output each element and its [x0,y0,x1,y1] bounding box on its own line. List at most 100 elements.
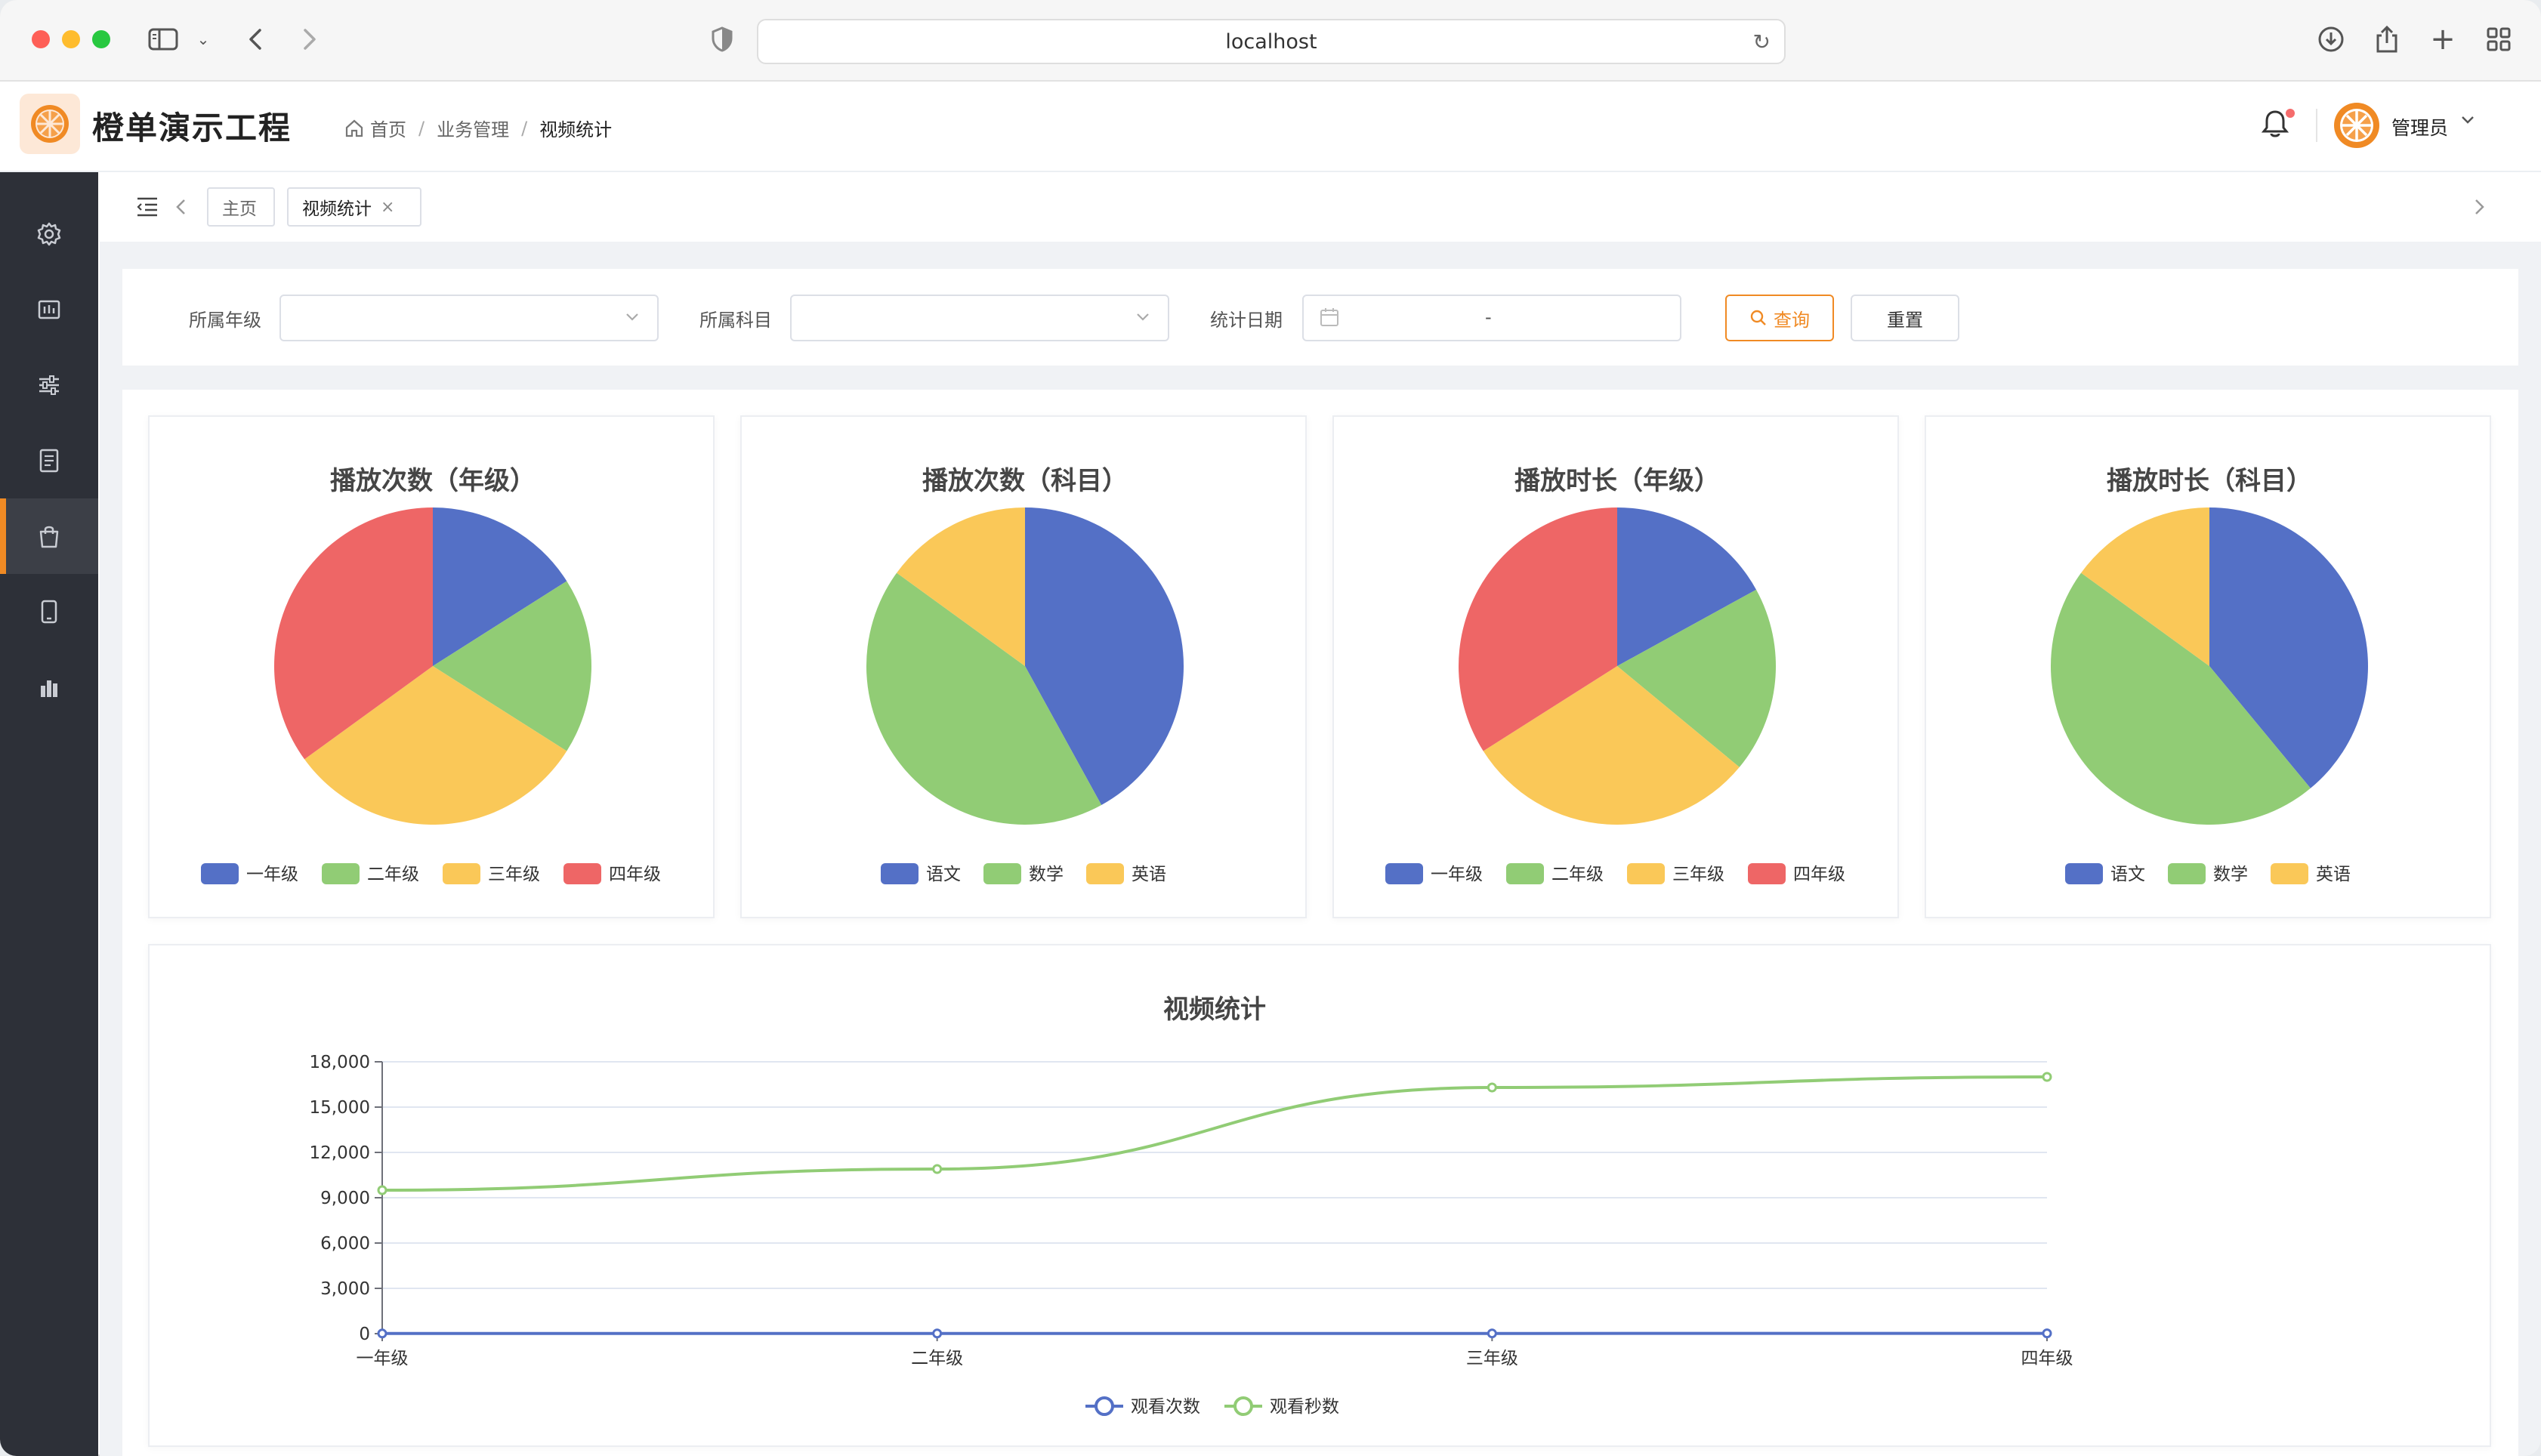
user-name[interactable]: 管理员 [2391,113,2448,140]
legend-label: 语文 [926,865,961,884]
home-icon[interactable] [344,119,364,138]
data-point[interactable] [377,1185,387,1195]
legend-item[interactable]: 数学 [983,863,1064,884]
sidebar-item-config[interactable] [0,347,98,423]
legend-item[interactable]: 一年级 [201,863,298,884]
legend-swatch [563,863,601,884]
reload-icon[interactable]: ↻ [1753,29,1771,54]
notification-badge [2286,109,2295,118]
avatar[interactable] [2333,101,2381,150]
download-icon[interactable] [2314,23,2348,56]
legend-swatch [1748,863,1786,884]
legend-swatch [322,863,360,884]
pie-chart-plays-grade[interactable]: 播放次数（年级） 一年级 二年级 三年级 四年级 [150,417,716,920]
line-chart-video-stats[interactable]: 视频统计 0 3,000 6,000 9,000 12,000 15,000 18,000 一年… [150,945,2493,1448]
date-label: 统计日期 [1210,310,1283,331]
pie-chart-plays-subject[interactable]: 播放次数（科目） 语文 数学 英语 [742,417,1308,920]
data-point[interactable] [1487,1328,1497,1339]
date-range-picker[interactable]: - [1302,295,1681,341]
browser-window: ⌄ localhost ↻ + 橙单演示工程 首页 / 业务管理 / 视频统计 … [0,0,2541,1456]
query-button[interactable]: 查询 [1725,295,1834,341]
sidebar-item-settings[interactable] [0,196,98,272]
minimize-window-button[interactable] [62,30,80,48]
sidebar-item-business[interactable] [0,498,98,574]
forward-arrow-icon[interactable] [295,23,325,56]
maximize-window-button[interactable] [92,30,110,48]
tab-scroll-right-icon[interactable] [2472,198,2487,216]
legend-item[interactable]: 英语 [2271,863,2351,884]
subject-select[interactable] [790,295,1169,341]
sidebar-item-statistics[interactable] [0,649,98,725]
data-point[interactable] [2042,1328,2052,1339]
tab-video-stats[interactable]: 视频统计 × [287,187,421,227]
legend-item[interactable]: 二年级 [322,863,419,884]
data-point[interactable] [1487,1082,1497,1093]
data-point[interactable] [932,1328,943,1339]
grade-select[interactable] [279,295,659,341]
breadcrumb-home[interactable]: 首页 [370,115,406,141]
close-window-button[interactable] [32,30,50,48]
tab-scroll-left-icon[interactable] [174,198,189,216]
sidebar-item-documents[interactable] [0,423,98,498]
sidebar-item-dashboard[interactable] [0,272,98,347]
address-bar[interactable]: localhost ↻ [757,19,1786,64]
menu-fold-icon[interactable] [136,196,159,217]
tab-overview-icon[interactable] [2482,23,2515,56]
legend-marker [1233,1396,1253,1416]
legend-item[interactable]: 一年级 [1385,863,1483,884]
data-point[interactable] [377,1328,387,1339]
legend-swatch [201,863,239,884]
legend-label: 二年级 [1551,865,1604,884]
url-text: localhost [1225,29,1317,54]
chart-title: 播放时长（科目） [2107,466,2312,496]
sliders-icon [39,375,59,395]
pie-card-duration-subject: 播放时长（科目） 语文 数学 英语 [1925,415,2491,918]
sidebar-item-mobile[interactable] [0,574,98,649]
tab-home[interactable]: 主页 [207,187,275,227]
data-point[interactable] [932,1164,943,1174]
back-arrow-icon[interactable] [240,23,270,56]
chevron-down-icon [624,308,641,329]
x-tick-label: 一年级 [357,1349,409,1368]
legend-item[interactable]: 二年级 [1506,863,1604,884]
share-icon[interactable] [2370,23,2404,56]
pie-chart-duration-subject[interactable]: 播放时长（科目） 语文 数学 英语 [1926,417,2493,920]
close-icon[interactable]: × [381,198,394,217]
breadcrumb-business[interactable]: 业务管理 [437,115,509,141]
reset-button[interactable]: 重置 [1851,295,1959,341]
legend-item[interactable]: 三年级 [443,863,540,884]
tab-label: 主页 [222,199,257,219]
legend-item[interactable]: 数学 [2168,863,2248,884]
chevron-down-icon [1135,308,1151,329]
legend-swatch [1385,863,1423,884]
x-tick-label: 二年级 [911,1349,963,1368]
legend-swatch [2168,863,2206,884]
new-tab-icon[interactable]: + [2426,22,2459,57]
data-point[interactable] [2042,1072,2052,1082]
legend-item[interactable]: 语文 [2065,863,2145,884]
legend-item[interactable]: 英语 [1086,863,1166,884]
filter-form: 所属年级 所属科目 统计日期 - 查询 重置 [122,269,2518,366]
legend-item[interactable]: 三年级 [1627,863,1724,884]
series-line [381,1075,2048,1192]
pie-chart-duration-grade[interactable]: 播放时长（年级） 一年级 二年级 三年级 四年级 [1334,417,1900,920]
bar-chart-icon [41,680,57,697]
privacy-shield-icon[interactable] [707,23,737,56]
legend-item[interactable]: 四年级 [1748,863,1845,884]
legend-item[interactable]: 观看秒数 [1224,1396,1339,1417]
legend-label: 一年级 [1431,865,1483,884]
y-tick-label: 0 [359,1325,370,1344]
legend-swatch [1627,863,1665,884]
legend-item[interactable]: 语文 [881,863,961,884]
y-tick-label: 12,000 [310,1143,370,1163]
sidebar-toggle-icon[interactable] [147,23,180,56]
search-icon [1750,310,1766,325]
chevron-down-icon[interactable] [2459,112,2476,133]
tablet-icon [41,600,57,624]
chevron-down-icon[interactable]: ⌄ [193,23,213,56]
document-icon [39,449,59,473]
legend-item[interactable]: 四年级 [563,863,661,884]
legend-item[interactable]: 观看次数 [1085,1396,1200,1417]
pie-card-plays-grade: 播放次数（年级） 一年级 二年级 三年级 四年级 [148,415,715,918]
date-separator: - [1485,307,1492,328]
